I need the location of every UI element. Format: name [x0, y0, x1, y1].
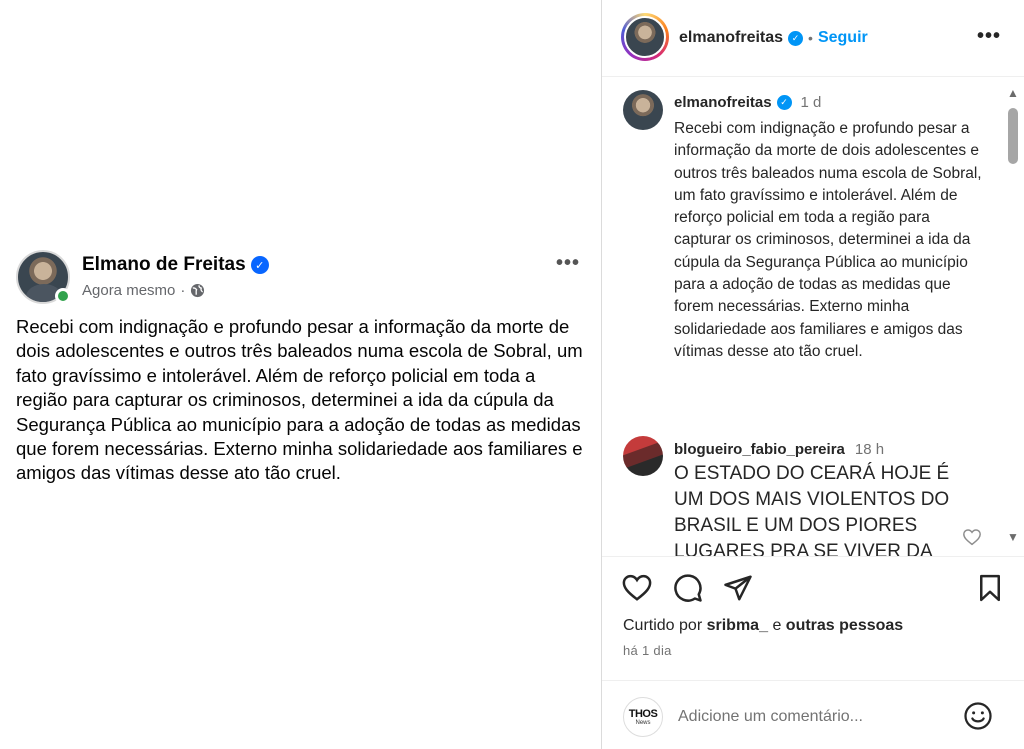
logo-text-line2: News: [635, 719, 651, 726]
scroll-down-arrow-icon[interactable]: ▼: [1007, 530, 1019, 544]
instagram-panel: elmanofreitas ✓ • Seguir ••• elmanofreit…: [601, 0, 1024, 749]
comment-input[interactable]: [678, 705, 938, 729]
liked-by-text: Curtido por sribma_ e outras pessoas: [623, 617, 903, 635]
post-timestamp[interactable]: Agora mesmo: [82, 282, 175, 299]
comment-username[interactable]: blogueiro_fabio_pereira: [674, 441, 845, 458]
post-options-icon[interactable]: •••: [556, 252, 580, 275]
post-meta: Agora mesmo ·: [82, 282, 205, 299]
comment-bubble-icon[interactable]: [673, 573, 703, 603]
post-text: Recebi com indignação e profundo pesar a…: [16, 316, 583, 484]
add-comment-bar: THOS News: [602, 680, 1024, 749]
post-date[interactable]: há 1 dia: [623, 643, 672, 658]
meta-separator: ·: [180, 282, 186, 299]
verified-badge-icon: ✓: [250, 256, 269, 274]
post-actions: Curtido por sribma_ e outras pessoas há …: [602, 556, 1024, 680]
author-name[interactable]: Elmano de Freitas: [82, 254, 246, 276]
caption-avatar[interactable]: [623, 90, 663, 130]
follow-button[interactable]: Seguir: [818, 29, 868, 47]
caption-text: Recebi com indignação e profundo pesar a…: [674, 120, 982, 360]
comment-time[interactable]: 18 h: [855, 441, 884, 458]
scroll-up-arrow-icon[interactable]: ▲: [1007, 86, 1019, 100]
comment-header: blogueiro_fabio_pereira 18 h: [674, 441, 884, 458]
likes-user-link[interactable]: sribma_: [707, 617, 768, 634]
commenter-logo-avatar: THOS News: [623, 697, 663, 737]
header-user-row: elmanofreitas ✓ • Seguir: [679, 29, 868, 47]
more-options-icon[interactable]: •••: [977, 25, 1001, 48]
comments-section[interactable]: elmanofreitas ✓ 1 d Recebi com indignaçã…: [602, 78, 1002, 556]
emoji-icon[interactable]: [963, 701, 993, 731]
verified-badge-icon: ✓: [776, 95, 792, 110]
likes-others-link[interactable]: outras pessoas: [786, 617, 903, 634]
author-avatar[interactable]: [16, 250, 71, 304]
share-paper-plane-icon[interactable]: [723, 573, 753, 603]
globe-icon: [191, 283, 205, 298]
likes-prefix: Curtido por: [623, 617, 703, 634]
verified-badge-icon: ✓: [788, 30, 804, 46]
story-ring-avatar[interactable]: [621, 13, 669, 61]
header-username[interactable]: elmanofreitas: [679, 29, 783, 47]
author-header: Elmano de Freitas ✓: [82, 254, 269, 276]
logo-text-line1: THOS: [628, 707, 658, 720]
header-dot: •: [808, 30, 813, 46]
save-bookmark-icon[interactable]: [975, 573, 1005, 603]
caption-username[interactable]: elmanofreitas: [674, 94, 772, 111]
like-heart-icon[interactable]: [622, 573, 652, 603]
caption-header: elmanofreitas ✓ 1 d: [674, 94, 821, 111]
comment-avatar[interactable]: [623, 436, 663, 476]
comments-scrollbar[interactable]: ▲ ▼: [1003, 78, 1024, 556]
facebook-post: Elmano de Freitas ✓ Agora mesmo · ••• Re…: [0, 0, 601, 749]
comment-text: O ESTADO DO CEARÁ HOJE É UM DOS MAIS VIO…: [674, 463, 950, 556]
comment-like-heart-icon[interactable]: [962, 528, 982, 546]
online-status-dot: [55, 288, 71, 304]
likes-middle: e: [772, 617, 782, 634]
caption-time[interactable]: 1 d: [801, 94, 822, 111]
scrollbar-thumb[interactable]: [1008, 108, 1018, 164]
post-header: elmanofreitas ✓ • Seguir •••: [602, 0, 1024, 77]
